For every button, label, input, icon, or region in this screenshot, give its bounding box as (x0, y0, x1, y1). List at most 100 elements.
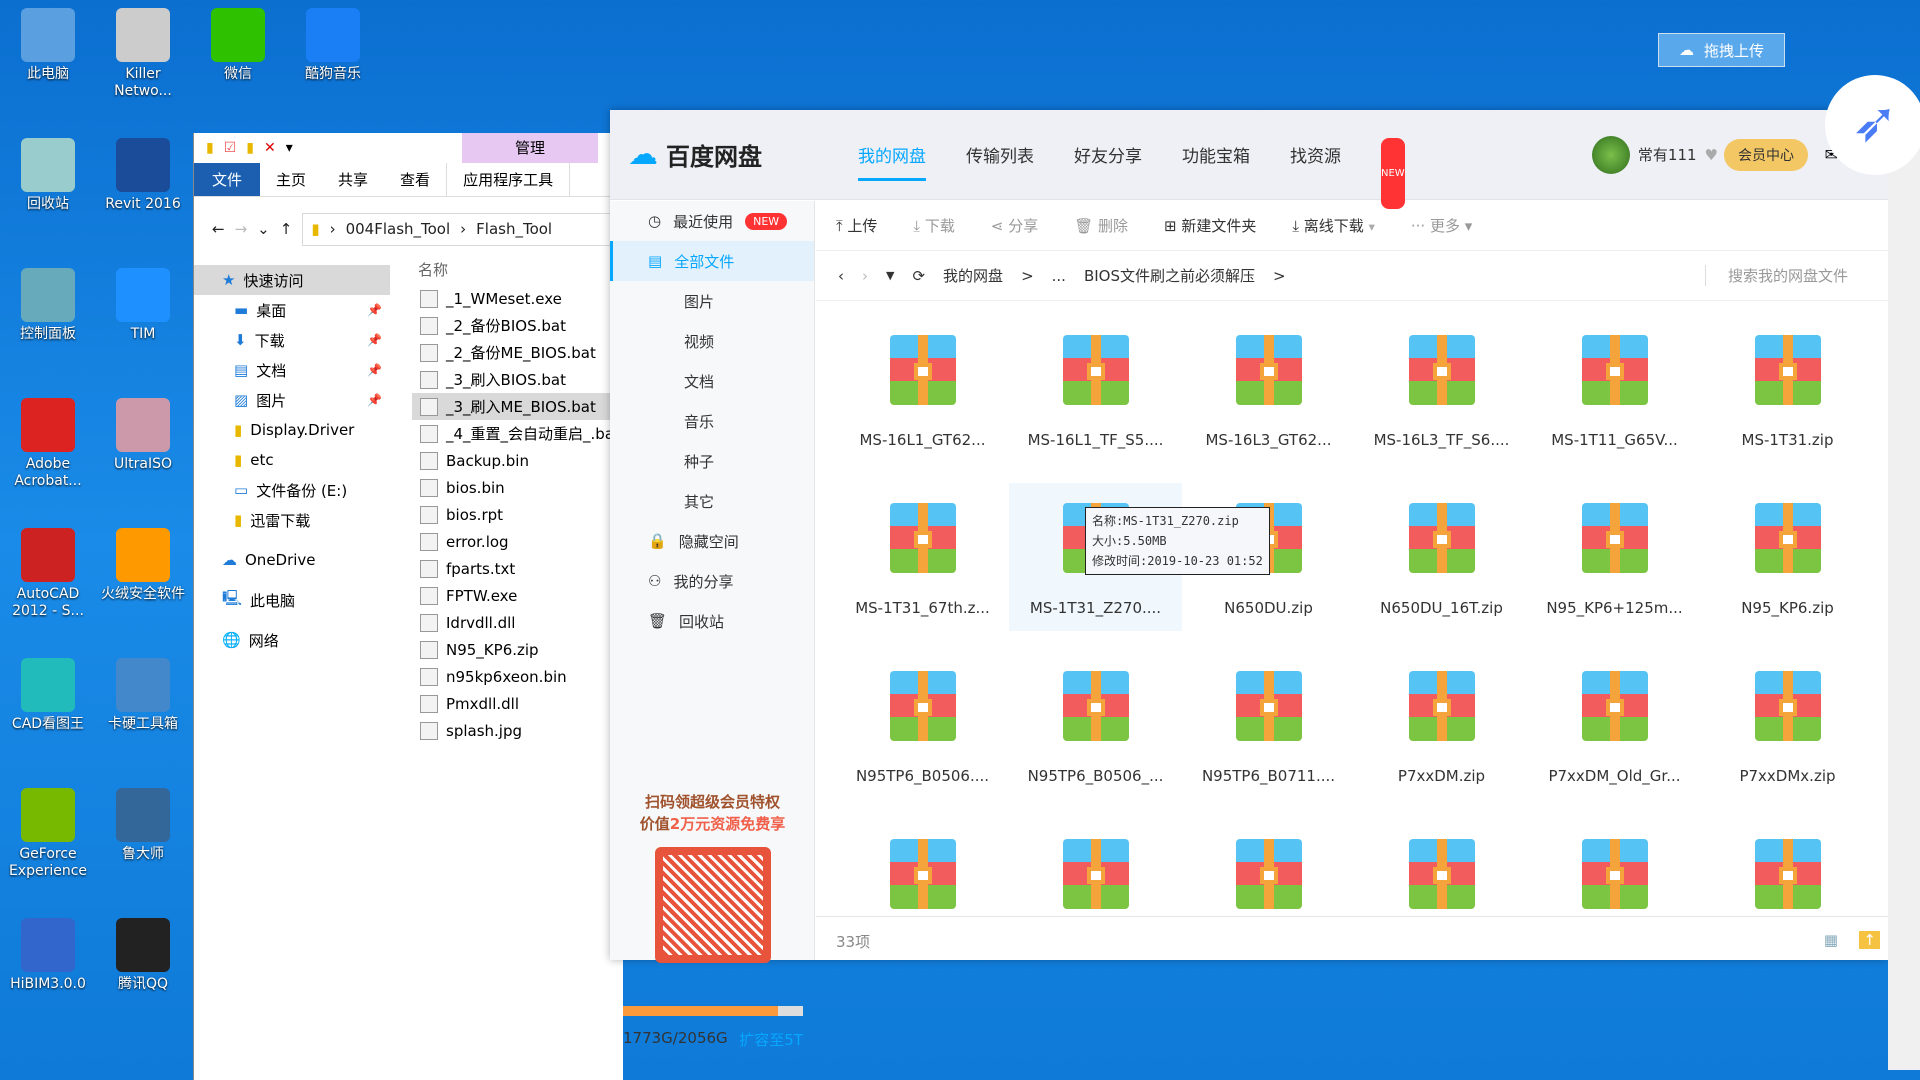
sidebar-item[interactable]: 🔒 隐藏空间 (610, 521, 814, 561)
new-folder-button[interactable]: ⊞ 新建文件夹 (1164, 215, 1256, 236)
forward-icon[interactable]: › (862, 267, 868, 285)
nav-item[interactable]: ▭ 文件备份 (E:) (194, 475, 390, 505)
file-item[interactable]: N650DU_16T.zip (1355, 483, 1528, 631)
file-row[interactable]: n95kp6xeon.bin (412, 663, 612, 690)
desktop-icon[interactable]: Killer Netwo... (95, 8, 191, 100)
desktop-icon[interactable]: AutoCAD 2012 - S... (0, 528, 96, 620)
user-info[interactable]: 常有111 ♥ (1591, 135, 1718, 174)
sidebar-item[interactable]: 文档 (610, 361, 814, 401)
file-row[interactable]: bios.rpt (412, 501, 612, 528)
file-item[interactable]: MS-16L1_GT62... (836, 315, 1009, 463)
breadcrumb-current[interactable]: BIOS文件刷之前必须解压 (1084, 265, 1255, 286)
nav-item[interactable]: ▨ 图片 📌 (194, 385, 390, 415)
file-row[interactable]: bios.bin (412, 474, 612, 501)
file-item[interactable]: P7xxDM.zip (1355, 651, 1528, 799)
tab-app-tools[interactable]: 应用程序工具 (446, 163, 571, 196)
tab-2[interactable]: 传输列表 (966, 112, 1034, 197)
desktop-icon[interactable]: TIM (95, 268, 191, 343)
breadcrumb-root[interactable]: 我的网盘 (943, 265, 1003, 286)
file-item[interactable]: P7xxDMx.zip (1701, 651, 1874, 799)
sidebar-item[interactable]: 种子 (610, 441, 814, 481)
file-row[interactable]: _1_WMeset.exe (412, 285, 612, 312)
properties-icon[interactable]: ☑ (224, 140, 237, 156)
desktop-icon[interactable]: Adobe Acrobat... (0, 398, 96, 490)
sidebar-item[interactable]: 图片 (610, 281, 814, 321)
file-item[interactable]: N95TP6_B0711.... (1182, 651, 1355, 799)
file-item[interactable]: MS-1T31_67th.z... (836, 483, 1009, 631)
upload-queue-icon[interactable]: ↑ (1859, 931, 1880, 949)
file-row[interactable]: _2_备份ME_BIOS.bat (412, 339, 612, 366)
column-header-name[interactable]: 名称 (412, 255, 612, 285)
breadcrumb-ellipsis[interactable]: ... (1052, 267, 1066, 285)
new-folder-icon[interactable]: ▮ (246, 140, 254, 156)
sidebar-item[interactable]: ▤ 全部文件 (610, 241, 814, 281)
file-row[interactable]: _3_刷入BIOS.bat (412, 366, 612, 393)
delete-button[interactable]: 🗑 删除 (1074, 215, 1128, 236)
customize-dropdown-icon[interactable]: ▾ (286, 140, 293, 156)
nav-item[interactable]: ☁ OneDrive (194, 545, 390, 575)
desktop-icon[interactable]: 控制面板 (0, 268, 96, 343)
drag-upload-button[interactable]: ☁ 拖拽上传 (1658, 33, 1785, 67)
file-item[interactable]: N95TP6_B0506.... (836, 651, 1009, 799)
tab-manage[interactable]: 管理 (462, 133, 598, 163)
desktop-icon[interactable]: CAD看图王 (0, 658, 96, 733)
vip-center-button[interactable]: 会员中心 (1724, 138, 1808, 171)
sidebar-item[interactable]: ◷ 最近使用 NEW (610, 201, 814, 241)
nav-item[interactable]: ▮ 迅雷下载 (194, 505, 390, 535)
file-row[interactable]: FPTW.exe (412, 582, 612, 609)
promo-banner[interactable]: 扫码领超级会员特权 价值2万元资源免费享 (610, 791, 815, 975)
file-row[interactable]: Backup.bin (412, 447, 612, 474)
tab-1[interactable]: 我的网盘 (858, 112, 926, 197)
pin-icon[interactable]: 📌 (367, 393, 382, 407)
upload-button[interactable]: ⤒ 上传 (836, 215, 877, 236)
file-item[interactable]: P7xxDM_Old_Gr... (1528, 651, 1701, 799)
sidebar-item[interactable]: 其它 (610, 481, 814, 521)
desktop-icon[interactable]: 卡硬工具箱 (95, 658, 191, 733)
pin-icon[interactable]: 📌 (367, 333, 382, 347)
desktop-icon[interactable]: 回收站 (0, 138, 96, 213)
file-row[interactable]: Idrvdll.dll (412, 609, 612, 636)
tab-5[interactable]: 找资源NEW (1290, 112, 1405, 209)
delete-icon[interactable]: ✕ (264, 140, 276, 156)
tab-share[interactable]: 共享 (322, 163, 384, 196)
history-dropdown-icon[interactable]: ▼ (886, 269, 894, 282)
nav-item[interactable]: ▮ Display.Driver (194, 415, 390, 445)
username[interactable]: 常有111 (1638, 144, 1697, 165)
recent-dropdown-icon[interactable]: ⌄ (257, 220, 270, 238)
file-row[interactable]: _2_备份BIOS.bat (412, 312, 612, 339)
sidebar-item[interactable]: 视频 (610, 321, 814, 361)
file-item[interactable]: MS-1T11_G65V... (1528, 315, 1701, 463)
desktop-icon[interactable]: UltraISO (95, 398, 191, 473)
back-icon[interactable]: ← (212, 220, 225, 238)
tab-view[interactable]: 查看 (384, 163, 446, 196)
tab-home[interactable]: 主页 (260, 163, 322, 196)
breadcrumb-segment[interactable]: Flash_Tool (476, 220, 552, 238)
sidebar-item[interactable]: 音乐 (610, 401, 814, 441)
desktop-icon[interactable]: 火绒安全软件 (95, 528, 191, 603)
file-item[interactable]: MS-16L3_TF_S6.... (1355, 315, 1528, 463)
share-button[interactable]: ⋖ 分享 (991, 215, 1038, 236)
refresh-icon[interactable]: ⟳ (912, 267, 925, 285)
nav-item[interactable]: ▮ etc (194, 445, 390, 475)
file-item[interactable]: N95_KP6.zip (1701, 483, 1874, 631)
forward-icon[interactable]: → (235, 220, 248, 238)
file-row[interactable]: N95_KP6.zip (412, 636, 612, 663)
nav-item[interactable]: ▬ 桌面 📌 (194, 295, 390, 325)
back-icon[interactable]: ‹ (838, 267, 844, 285)
file-item[interactable]: N95TP6_B0506_... (1009, 651, 1182, 799)
floating-bird-icon[interactable]: ➶ (1825, 75, 1920, 175)
sidebar-item[interactable]: 🗑 回收站 (610, 601, 814, 641)
search-input[interactable]: 搜索我的网盘文件 (1704, 265, 1848, 286)
nav-item[interactable]: ▤ 文档 📌 (194, 355, 390, 385)
desktop-icon[interactable]: 鲁大师 (95, 788, 191, 863)
file-item[interactable]: MS-16L1_TF_S5.... (1009, 315, 1182, 463)
sidebar-item[interactable]: ⚇ 我的分享 (610, 561, 814, 601)
breadcrumb-segment[interactable]: 004Flash_Tool (346, 220, 451, 238)
desktop-icon[interactable]: 此电脑 (0, 8, 96, 83)
file-row[interactable]: Pmxdll.dll (412, 690, 612, 717)
grid-view-icon[interactable]: ▦ (1824, 931, 1838, 949)
nav-item[interactable]: 🌐 网络 (194, 625, 390, 655)
download-button[interactable]: ⤓ 下载 (913, 215, 954, 236)
desktop-icon[interactable]: Revit 2016 (95, 138, 191, 213)
tab-3[interactable]: 好友分享 (1074, 112, 1142, 197)
